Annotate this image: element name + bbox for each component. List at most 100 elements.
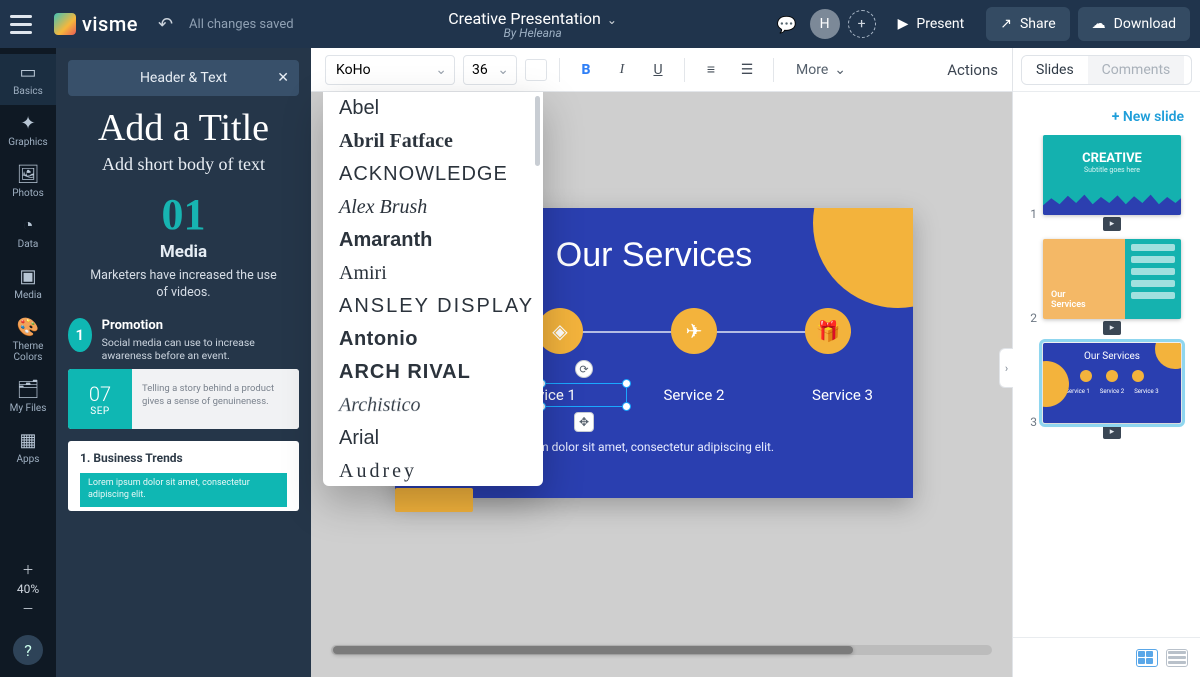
date-month: SEP <box>90 406 109 417</box>
download-button[interactable]: ☁Download <box>1078 7 1190 41</box>
menu-button[interactable] <box>6 11 36 38</box>
logo[interactable]: visme <box>54 12 138 36</box>
text-toolbar: ⌄ ⌄ B I U ≡ ☰ More⌄ Actions <box>311 48 1012 92</box>
font-option[interactable]: ARCH RIVAL <box>323 356 543 389</box>
diamond-icon: ◈ <box>537 308 583 354</box>
graphics-icon: ✦ <box>0 113 56 134</box>
present-button[interactable]: ▶Present <box>884 7 979 41</box>
service-item[interactable]: ✈ <box>649 308 739 354</box>
rail-my-files[interactable]: 🗂My Files <box>0 371 56 422</box>
close-icon[interactable]: ✕ <box>277 70 289 86</box>
share-button[interactable]: ↗Share <box>986 7 1069 41</box>
resize-handle[interactable] <box>622 379 631 388</box>
font-option[interactable]: Amiri <box>323 257 543 290</box>
font-option[interactable]: ANSLEY DISPLAY <box>323 290 543 323</box>
rail-theme-colors[interactable]: 🎨Theme Colors <box>0 309 56 371</box>
rail-media[interactable]: ▣Media <box>0 258 56 309</box>
service-label[interactable]: Service 2 <box>664 386 725 404</box>
font-option[interactable]: Abel <box>323 92 543 125</box>
service-item[interactable]: 🎁 <box>783 308 873 354</box>
transition-icon[interactable]: ▸ <box>1103 425 1121 439</box>
canvas-area: ⌄ ⌄ B I U ≡ ☰ More⌄ Actions Abel Abril F… <box>311 48 1012 677</box>
font-size-input[interactable] <box>463 55 517 85</box>
font-input[interactable] <box>325 55 455 85</box>
bold-button[interactable]: B <box>572 56 600 84</box>
add-user-button[interactable]: + <box>848 10 876 38</box>
grid-view-button[interactable] <box>1136 649 1158 667</box>
text-color-swatch[interactable] <box>525 59 547 81</box>
font-option[interactable]: Arial <box>323 422 543 455</box>
rail-photos[interactable]: 🖼Photos <box>0 156 56 207</box>
comments-icon[interactable]: 💬 <box>772 9 802 39</box>
rail-apps[interactable]: ▦Apps <box>0 422 56 473</box>
slide-number: 1 <box>1023 207 1037 231</box>
move-handle[interactable]: ✥ <box>574 412 594 432</box>
gift-icon: 🎁 <box>805 308 851 354</box>
zoom-out-button[interactable]: － <box>17 598 39 619</box>
underline-button[interactable]: U <box>644 56 672 84</box>
font-option[interactable]: Abril Fatface <box>323 125 543 158</box>
horizontal-scrollbar[interactable] <box>331 645 992 655</box>
promo-title: Promotion <box>102 318 299 333</box>
transition-icon[interactable]: ▸ <box>1103 321 1121 335</box>
resize-handle[interactable] <box>622 402 631 411</box>
template-date-card[interactable]: 07 SEP Telling a story behind a product … <box>68 369 299 429</box>
service-label[interactable]: Service 3 <box>812 386 873 404</box>
cloud-download-icon: ☁ <box>1092 16 1106 32</box>
rail-data[interactable]: ◔Data <box>0 207 56 258</box>
zoom-in-button[interactable]: ＋ <box>17 559 39 580</box>
side-panel-header: Header & Text ✕ <box>68 60 299 96</box>
rotate-handle[interactable]: ⟳ <box>575 360 593 378</box>
more-dropdown[interactable]: More⌄ <box>786 55 856 85</box>
collapse-panel-button[interactable]: › <box>999 348 1013 388</box>
template-business-card[interactable]: 1. Business Trends Lorem ipsum dolor sit… <box>68 441 299 511</box>
view-toggle <box>1013 637 1200 677</box>
tab-comments[interactable]: Comments <box>1088 56 1185 84</box>
slide-thumbnail[interactable]: Our Services Service 1 Service 2 Service… <box>1043 343 1181 423</box>
new-slide-button[interactable]: New slide <box>1013 92 1200 135</box>
list-button[interactable]: ☰ <box>733 56 761 84</box>
slide-thumbnail[interactable]: CREATIVE Subtitle goes here <box>1043 135 1181 215</box>
list-view-button[interactable] <box>1166 649 1188 667</box>
transition-icon[interactable]: ▸ <box>1103 217 1121 231</box>
undo-icon[interactable]: ↶ <box>158 14 173 35</box>
rail-basics[interactable]: ▭Basics <box>0 54 56 105</box>
template-title[interactable]: Add a Title <box>64 106 303 150</box>
project-author: By Heleana <box>304 26 762 40</box>
actions-button[interactable]: Actions <box>947 61 998 79</box>
slide-thumbnail[interactable]: Our Services <box>1043 239 1181 319</box>
selection-box[interactable]: ⟳ ✥ <box>541 383 627 407</box>
date-day: 07 <box>89 382 111 406</box>
template-media-title[interactable]: Media <box>56 242 311 262</box>
slide-body-text[interactable]: orem ipsum dolor sit amet, consectetur a… <box>485 440 873 454</box>
font-option[interactable]: Amaranth <box>323 224 543 257</box>
biz-body: Lorem ipsum dolor sit amet, consectetur … <box>80 473 287 507</box>
template-subtitle[interactable]: Add short body of text <box>56 154 311 175</box>
play-icon: ▶ <box>898 16 909 32</box>
italic-button[interactable]: I <box>608 56 636 84</box>
scrollbar[interactable] <box>535 96 540 166</box>
scrollbar-thumb[interactable] <box>333 646 853 654</box>
rail-graphics[interactable]: ✦Graphics <box>0 105 56 156</box>
services-row: ◈ ✈ 🎁 <box>515 308 873 354</box>
font-size-dropdown[interactable]: ⌄ <box>463 55 517 85</box>
font-option[interactable]: Alex Brush <box>323 191 543 224</box>
align-button[interactable]: ≡ <box>697 56 725 84</box>
media-icon: ▣ <box>0 266 56 287</box>
zoom-level[interactable]: 40% <box>17 580 39 598</box>
font-option[interactable]: Audrey <box>323 455 543 486</box>
font-option[interactable]: ACKNOWLEDGE <box>323 158 543 191</box>
help-button[interactable]: ? <box>13 635 43 665</box>
font-option[interactable]: Archistico <box>323 389 543 422</box>
template-media-desc[interactable]: Marketers have increased the use of vide… <box>84 268 283 302</box>
template-promotion[interactable]: 1 Promotion Social media can use to incr… <box>56 318 311 369</box>
zoom-controls: ＋ 40% － <box>17 553 39 625</box>
tab-slides[interactable]: Slides <box>1022 56 1088 84</box>
project-title-block[interactable]: Creative Presentation⌄ By Heleana <box>304 9 762 40</box>
promo-number: 1 <box>68 318 92 352</box>
font-option[interactable]: Antonio <box>323 323 543 356</box>
font-dropdown[interactable]: ⌄ <box>325 55 455 85</box>
avatar[interactable]: H <box>810 9 840 39</box>
template-number[interactable]: 01 <box>56 189 311 240</box>
save-status: All changes saved <box>189 17 294 32</box>
